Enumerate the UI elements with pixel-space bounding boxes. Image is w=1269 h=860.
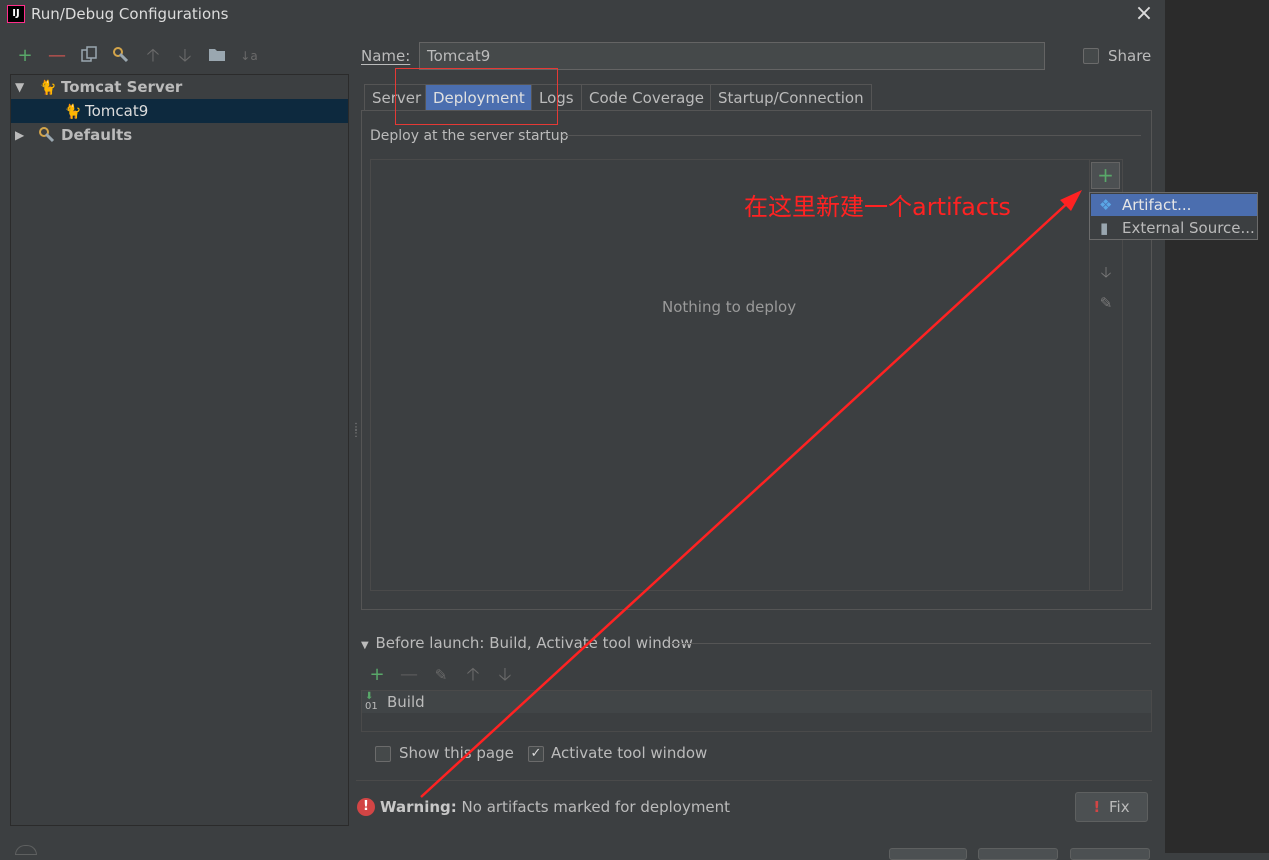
collapse-arrow-icon: ▼ [361, 640, 369, 651]
tree-item-label: Tomcat9 [85, 102, 149, 120]
sort-alpha-icon[interactable]: ↓a [239, 46, 259, 66]
activate-tool-window-checkbox[interactable]: ✓ [528, 746, 544, 762]
move-task-up-icon[interactable]: 🡡 [463, 665, 483, 685]
tree-item-tomcat-server[interactable]: ▼ 🐈 Tomcat Server [11, 75, 348, 99]
share-label: Share [1108, 47, 1152, 65]
add-popup-menu: ❖ Artifact... ▮ External Source... [1089, 192, 1258, 240]
splitter-handle[interactable]: ⋮ ⋮ [351, 423, 361, 443]
tab-server[interactable]: Server [364, 84, 430, 111]
annotation-text: 在这里新建一个artifacts [744, 193, 1011, 221]
cancel-button[interactable] [978, 848, 1058, 860]
show-page-label: Show this page [399, 744, 514, 762]
collapse-arrow-icon[interactable]: ▶ [15, 123, 24, 147]
folder-icon[interactable] [207, 46, 227, 66]
menu-item-external-source[interactable]: ▮ External Source... [1091, 217, 1257, 239]
add-task-icon[interactable]: + [367, 665, 387, 685]
divider [670, 643, 1151, 644]
remove-task-icon[interactable]: — [399, 665, 419, 685]
copy-icon[interactable] [79, 46, 99, 66]
deploy-list[interactable] [370, 159, 1123, 591]
tomcat-config-icon: 🐈 [64, 104, 82, 120]
menu-item-label: Artifact... [1122, 196, 1192, 214]
tree-item-defaults[interactable]: ▶ Defaults [11, 123, 348, 147]
remove-icon[interactable]: — [47, 46, 67, 66]
task-label: Build [387, 693, 425, 711]
deploy-section-header: Deploy at the server startup [370, 128, 569, 144]
activate-tool-window-label: Activate tool window [551, 744, 708, 762]
wrench-defaults-icon [38, 123, 56, 152]
tree-item-label: Tomcat Server [61, 78, 183, 96]
fix-button[interactable]: ! Fix [1075, 792, 1148, 822]
config-tree: ▼ 🐈 Tomcat Server 🐈 Tomcat9 ▶ Defaults [10, 74, 349, 826]
before-launch-header[interactable]: ▼ Before launch: Build, Activate tool wi… [361, 634, 693, 652]
edit-task-icon[interactable]: ✎ [431, 665, 451, 685]
wrench-icon[interactable] [111, 46, 131, 66]
warning-text: No artifacts marked for deployment [456, 798, 731, 816]
ok-button[interactable] [889, 848, 967, 860]
tree-item-tomcat9[interactable]: 🐈 Tomcat9 [11, 99, 348, 123]
name-input[interactable]: Tomcat9 [419, 42, 1045, 70]
move-down-icon[interactable]: 🡣 [175, 46, 195, 66]
empty-deploy-text: Nothing to deploy [662, 298, 797, 316]
divider [356, 780, 1152, 781]
move-up-icon[interactable]: 🡡 [143, 46, 163, 66]
menu-item-label: External Source... [1122, 219, 1255, 237]
app-icon: IJ [7, 5, 25, 23]
show-page-checkbox[interactable] [375, 746, 391, 762]
build-icon: ⬇ 01 [365, 691, 378, 712]
apply-button[interactable] [1070, 848, 1150, 860]
tab-startup-connection[interactable]: Startup/Connection [710, 84, 872, 111]
tree-item-label: Defaults [61, 126, 133, 144]
edit-icon[interactable]: ✎ [1097, 294, 1115, 312]
fix-label: Fix [1109, 798, 1130, 816]
name-label: Name: [361, 47, 411, 65]
fix-icon: ! [1093, 798, 1101, 816]
tomcat-icon: 🐈 [39, 80, 57, 96]
window-title: Run/Debug Configurations [31, 5, 229, 23]
divider [562, 135, 1141, 136]
warning-message: Warning: No artifacts marked for deploym… [380, 798, 730, 816]
task-row-build[interactable]: ⬇ 01 Build [362, 691, 1151, 713]
expand-arrow-icon[interactable]: ▼ [15, 75, 24, 99]
tab-deployment[interactable]: Deployment [425, 84, 533, 111]
tab-logs[interactable]: Logs [531, 84, 582, 111]
move-down-icon[interactable]: 🡣 [1097, 262, 1115, 287]
help-icon[interactable] [15, 845, 37, 855]
share-checkbox[interactable] [1083, 48, 1099, 64]
close-button[interactable]: × [1133, 2, 1155, 26]
tab-code-coverage[interactable]: Code Coverage [581, 84, 713, 111]
before-launch-label: Before launch: Build, Activate tool wind… [375, 634, 693, 652]
add-icon[interactable]: + [15, 46, 35, 66]
move-task-down-icon[interactable]: 🡣 [495, 665, 515, 685]
add-artifact-button[interactable]: + [1091, 162, 1120, 189]
artifact-icon: ❖ [1099, 196, 1113, 214]
warning-icon: ! [357, 798, 375, 816]
menu-item-artifact[interactable]: ❖ Artifact... [1091, 194, 1257, 216]
warning-prefix: Warning: [380, 798, 457, 816]
external-source-icon: ▮ [1100, 219, 1109, 237]
background-window [1165, 0, 1269, 853]
